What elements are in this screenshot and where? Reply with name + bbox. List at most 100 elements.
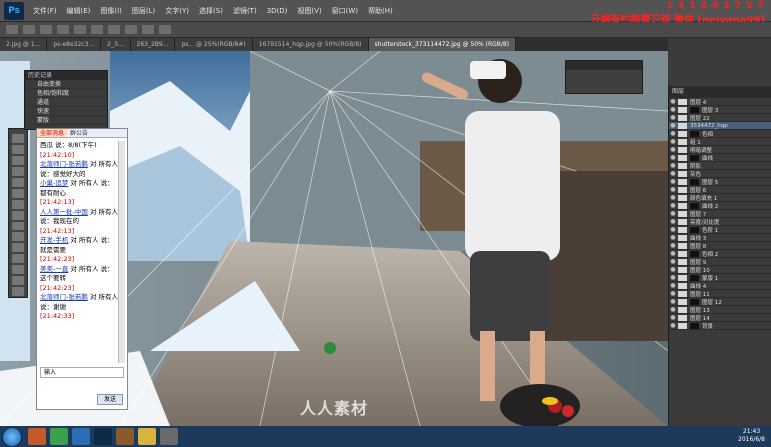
chat-sender[interactable]: 美美-一直 — [40, 265, 68, 273]
app-icon[interactable] — [160, 428, 178, 445]
menu-3d[interactable]: 3D(D) — [262, 7, 293, 15]
move-tool-icon[interactable] — [12, 134, 24, 143]
layer-row[interactable]: ● 图层 13 — [669, 306, 771, 314]
history-row[interactable]: 自由变换 — [25, 80, 107, 89]
visibility-eye-icon[interactable]: ● — [669, 178, 677, 185]
visibility-eye-icon[interactable]: ● — [669, 122, 677, 129]
chat-sender[interactable]: 开发-手机 — [40, 236, 68, 244]
eraser-tool-icon[interactable] — [12, 243, 24, 253]
menu-image[interactable]: 图像(I) — [95, 6, 127, 16]
option-control[interactable] — [57, 25, 69, 34]
chat-input[interactable]: 输入 — [40, 367, 124, 378]
option-control[interactable] — [23, 25, 35, 34]
chat-sender[interactable]: 北落师门-张若鹏 — [40, 160, 88, 168]
photoshop-logo-icon[interactable]: Ps — [4, 1, 24, 20]
doc-tab[interactable]: ps-e8e32c3... — [47, 38, 102, 51]
layer-row[interactable]: ● 图层 22 — [669, 114, 771, 122]
option-control[interactable] — [159, 25, 171, 34]
menu-view[interactable]: 视图(V) — [292, 6, 326, 16]
layer-mask[interactable] — [690, 130, 699, 137]
layer-row[interactable]: ● 颜色填充 1 — [669, 194, 771, 202]
layer-row[interactable]: ● 图层 8 — [669, 242, 771, 250]
layer-row[interactable]: ● 曲线 2 — [669, 202, 771, 210]
visibility-eye-icon[interactable]: ● — [669, 298, 677, 305]
layer-row[interactable]: ● 曲线 3 — [669, 234, 771, 242]
layer-row[interactable]: ● 明暗调整 — [669, 146, 771, 154]
layer-row[interactable]: ● 蒙版 1 — [669, 274, 771, 282]
visibility-eye-icon[interactable]: ● — [669, 274, 677, 281]
photoshop-taskbar-icon[interactable] — [94, 428, 112, 445]
menu-window[interactable]: 窗口(W) — [327, 6, 363, 16]
visibility-eye-icon[interactable]: ● — [669, 202, 677, 209]
option-control[interactable] — [91, 25, 103, 34]
folder-icon[interactable] — [28, 428, 46, 445]
layer-row[interactable]: ● 阴影 — [669, 162, 771, 170]
layer-row[interactable]: ● 背景 — [669, 322, 771, 330]
visibility-eye-icon[interactable]: ● — [669, 114, 677, 121]
layer-mask[interactable] — [690, 226, 699, 233]
brush-tool-icon[interactable] — [12, 210, 24, 220]
layer-row[interactable]: ● 曲线 4 — [669, 282, 771, 290]
quick-select-tool-icon[interactable] — [12, 166, 24, 176]
visibility-eye-icon[interactable]: ● — [669, 146, 677, 153]
healing-tool-icon[interactable] — [12, 199, 24, 209]
doc-tab[interactable]: 2_3... — [101, 38, 131, 51]
layers-panel-title[interactable]: 图层 — [669, 86, 771, 98]
crop-tool-icon[interactable] — [12, 177, 24, 187]
chat-send-button[interactable]: 发送 — [97, 394, 123, 405]
layer-row[interactable]: ● 图层 6 — [669, 186, 771, 194]
visibility-eye-icon[interactable]: ● — [669, 266, 677, 273]
visibility-eye-icon[interactable]: ● — [669, 218, 677, 225]
history-row[interactable]: 色相/饱和度 — [25, 89, 107, 98]
doc-tab[interactable]: 16791514_hqp.jpg @ 50%(RGB/8) — [252, 38, 369, 51]
visibility-eye-icon[interactable]: ● — [669, 154, 677, 161]
history-brush-tool-icon[interactable] — [12, 232, 24, 242]
doc-tab[interactable]: 263_2B9... — [130, 38, 176, 51]
visibility-eye-icon[interactable]: ● — [669, 98, 677, 105]
layer-mask[interactable] — [690, 178, 699, 185]
chat-app-icon[interactable] — [50, 428, 68, 445]
history-row[interactable]: 快速 — [25, 107, 107, 116]
layer-mask[interactable] — [690, 274, 699, 281]
layer-row[interactable]: ● 图层 7 — [669, 210, 771, 218]
visibility-eye-icon[interactable]: ● — [669, 322, 677, 329]
history-row[interactable]: 蒙版 — [25, 116, 107, 125]
visibility-eye-icon[interactable]: ● — [669, 210, 677, 217]
menu-edit[interactable]: 编辑(E) — [62, 6, 96, 16]
layer-row[interactable]: ● 图层 5 — [669, 178, 771, 186]
start-button-icon[interactable] — [2, 427, 22, 447]
pen-tool-icon[interactable] — [12, 276, 24, 286]
doc-tab-active[interactable]: shutterstock_373114472.jpg @ 50% (RGB/8) — [368, 38, 517, 51]
menu-help[interactable]: 帮助(H) — [363, 6, 398, 16]
option-control[interactable] — [142, 25, 154, 34]
visibility-eye-icon[interactable]: ● — [669, 138, 677, 145]
layer-row[interactable]: ● 色阶 1 — [669, 226, 771, 234]
visibility-eye-icon[interactable]: ● — [669, 314, 677, 321]
option-control[interactable] — [108, 25, 120, 34]
menu-type[interactable]: 文字(Y) — [160, 6, 194, 16]
layer-row[interactable]: ● 组 1 — [669, 138, 771, 146]
visibility-eye-icon[interactable]: ● — [669, 162, 677, 169]
visibility-eye-icon[interactable]: ● — [669, 242, 677, 249]
chat-tab-all[interactable]: 全部消息 — [37, 129, 68, 137]
layer-row[interactable]: ● 图层 4 — [669, 98, 771, 106]
option-control[interactable] — [6, 25, 18, 34]
doc-tab[interactable]: 2.jpg @ 1... — [0, 38, 48, 51]
layer-mask[interactable] — [690, 322, 699, 329]
type-tool-icon[interactable] — [12, 287, 24, 297]
history-panel-title[interactable]: 历史记录 — [25, 71, 107, 80]
layer-row[interactable]: ● 图层 3 — [669, 106, 771, 114]
visibility-eye-icon[interactable]: ● — [669, 106, 677, 113]
chat-sender[interactable]: 小巢-追梦 — [40, 179, 68, 187]
doc-tab[interactable]: ps... @ 25%(RGB/8#) — [175, 38, 253, 51]
menu-layer[interactable]: 图层(L) — [127, 6, 160, 16]
stamp-tool-icon[interactable] — [12, 221, 24, 231]
chat-tab-notice[interactable]: 群公告 — [67, 129, 91, 137]
visibility-eye-icon[interactable]: ● — [669, 282, 677, 289]
layer-row[interactable]: ● 色相 2 — [669, 250, 771, 258]
layer-row[interactable]: ● 灰色 — [669, 170, 771, 178]
visibility-eye-icon[interactable]: ● — [669, 194, 677, 201]
visibility-eye-icon[interactable]: ● — [669, 234, 677, 241]
app-icon[interactable] — [138, 428, 156, 445]
layer-row[interactable]: ● 图层 10 — [669, 266, 771, 274]
